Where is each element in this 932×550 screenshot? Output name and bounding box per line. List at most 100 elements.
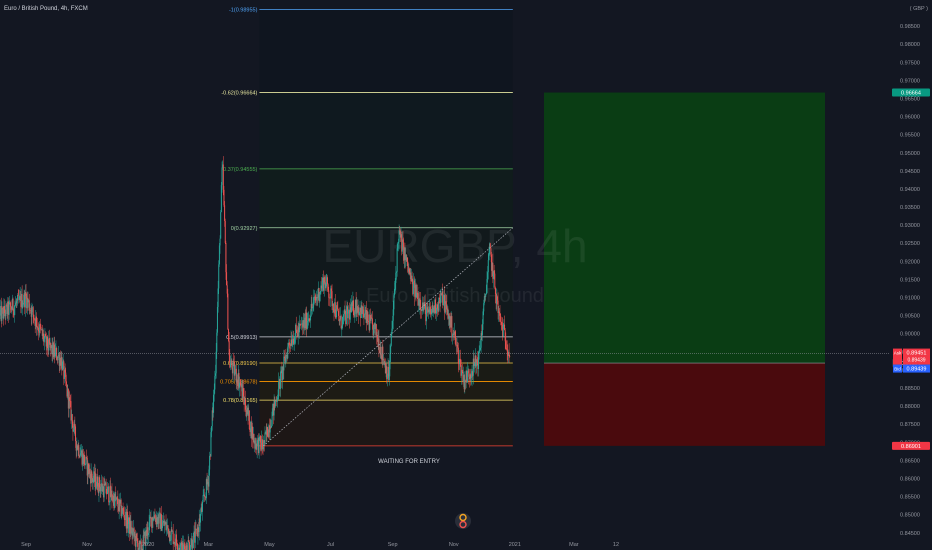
candle-body (390, 345, 392, 354)
candle-body (339, 319, 341, 322)
candle-body (396, 248, 398, 272)
y-tick-label: 0.86500 (900, 458, 920, 464)
candle-body (270, 425, 272, 428)
stop-loss-zone[interactable] (544, 363, 825, 446)
candle-body (164, 524, 166, 526)
candle-body (435, 312, 437, 314)
candle (224, 218, 226, 244)
candle-body (161, 526, 163, 531)
candle-body (45, 333, 47, 337)
candle-body (461, 369, 463, 372)
tv-logo-icon[interactable] (455, 513, 471, 529)
candle-body (31, 307, 33, 317)
candle-body (373, 325, 375, 336)
fib-zone (259, 400, 513, 446)
candle-body (28, 300, 30, 311)
x-tick-label: Nov (82, 542, 92, 548)
candle-body (220, 212, 222, 239)
candle-body (65, 381, 67, 385)
y-tick-label: 0.88500 (900, 386, 920, 392)
candle-body (485, 293, 487, 298)
candle-body (22, 304, 24, 308)
candle-body (220, 185, 222, 213)
candle-body (276, 399, 278, 402)
candle-body (103, 483, 105, 498)
candle-body (395, 271, 397, 273)
candle-body (490, 248, 492, 255)
candle-body (504, 330, 506, 342)
candle-body (480, 333, 482, 348)
candle-body (35, 316, 37, 328)
candle-body (278, 381, 280, 398)
candle (228, 328, 230, 343)
candle-body (386, 376, 388, 380)
y-tick-label: 0.84500 (900, 531, 920, 537)
candle-body (148, 522, 150, 534)
candle-body (108, 486, 110, 503)
candle-body (358, 311, 360, 316)
candle-body (188, 542, 190, 550)
x-tick-label: Mar (569, 542, 579, 548)
candle-body (30, 310, 32, 311)
candle-body (336, 305, 338, 310)
candle-body (231, 360, 233, 368)
candle (192, 532, 194, 549)
candle-body (214, 373, 216, 376)
candle-body (299, 323, 301, 325)
symbol-title[interactable]: Euro / British Pound, 4h, FXCM (4, 6, 88, 12)
candle-body (375, 324, 377, 336)
candle-body (169, 531, 171, 541)
watermark-description: Euro / British Pound (366, 285, 544, 307)
fib-level-label: -1(0.98955) (229, 8, 258, 14)
candle-body (136, 538, 138, 543)
candle-body (214, 375, 216, 390)
candle-body (393, 295, 395, 310)
candle-body (482, 311, 484, 325)
candle-body (37, 326, 39, 328)
y-tick-label: 0.96000 (900, 115, 920, 121)
candle-body (111, 490, 113, 500)
currency-label[interactable]: ( GBP ) (910, 6, 928, 12)
candle-body (223, 189, 225, 206)
candle-body (114, 493, 116, 500)
candle-body (201, 501, 203, 512)
candle-body (362, 306, 364, 317)
candle-body (435, 299, 437, 314)
candle-body (136, 533, 138, 539)
candle-body (488, 254, 490, 261)
candle-body (314, 296, 316, 301)
candle-body (313, 297, 315, 303)
candle-body (298, 323, 300, 333)
candle-body (494, 287, 496, 295)
candle-body (105, 482, 107, 494)
stop-price-badge-text: 0.86901 (901, 444, 921, 450)
candle-body (190, 545, 192, 550)
candle-body (325, 282, 327, 289)
candle-body (394, 288, 396, 296)
candle-body (153, 519, 155, 521)
candle-body (32, 307, 34, 315)
candle-body (123, 515, 125, 520)
chart-canvas[interactable]: EURGBP, 4h Euro / British Pound -1(0.989… (0, 0, 932, 550)
candle-body (133, 528, 135, 537)
candle-body (294, 337, 296, 343)
candle-body (239, 382, 241, 388)
candle-body (115, 499, 117, 501)
candle-body (341, 317, 343, 329)
target-price-badge-text: 0.96664 (901, 91, 921, 97)
candle-body (464, 380, 466, 390)
candle-body (483, 303, 485, 312)
y-tick-label: 0.90000 (900, 332, 920, 338)
candle-body (74, 423, 76, 427)
candle-body (209, 455, 211, 470)
y-tick-label: 0.95000 (900, 151, 920, 157)
price-axis[interactable]: 0.845000.850000.855000.860000.865000.870… (900, 24, 920, 537)
candle-body (175, 534, 177, 544)
candle-body (451, 316, 453, 336)
candle-body (267, 427, 269, 437)
candle-body (229, 363, 231, 368)
waiting-for-entry-note[interactable]: WAITING FOR ENTRY (378, 459, 440, 465)
candle-body (258, 437, 260, 454)
candle-body (479, 349, 481, 351)
candle-body (420, 299, 422, 310)
